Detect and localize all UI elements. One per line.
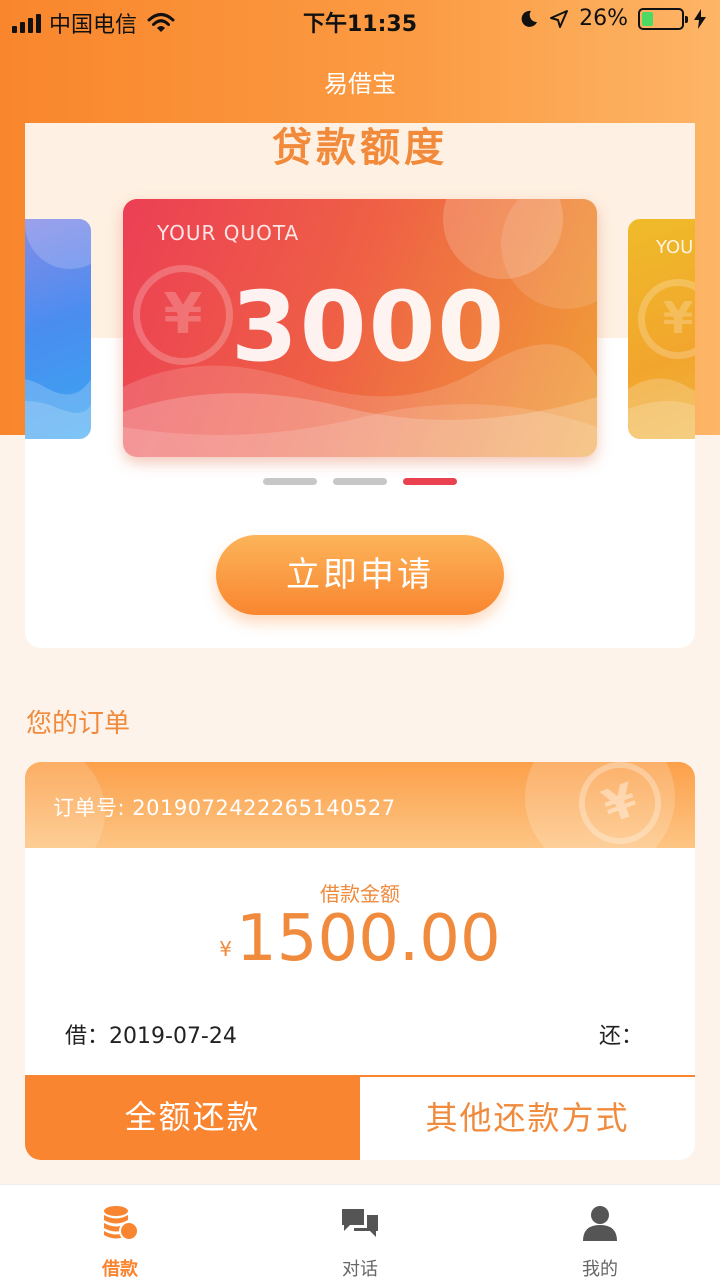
tab-label: 对话 — [342, 1259, 378, 1280]
carousel-pager[interactable] — [25, 478, 695, 485]
quota-card-previous[interactable] — [25, 219, 91, 439]
quota-card-label: YOUR QUOTA — [157, 221, 300, 245]
other-repay-button[interactable]: 其他还款方式 — [360, 1075, 695, 1160]
yen-icon: ¥ — [638, 279, 695, 359]
pager-dot[interactable] — [333, 478, 387, 485]
currency-symbol: ¥ — [219, 937, 233, 961]
quota-card-next[interactable]: YOU ¥ — [628, 219, 695, 439]
battery-icon — [638, 7, 688, 30]
apply-now-button[interactable]: 立即申请 — [216, 535, 504, 615]
charging-icon — [694, 8, 706, 29]
location-icon — [550, 9, 569, 28]
borrow-label: 借： — [65, 1024, 110, 1049]
coins-icon — [104, 1206, 139, 1241]
quota-card-current[interactable]: ¥ YOUR QUOTA 3000 — [123, 199, 597, 457]
pager-dot[interactable] — [263, 478, 317, 485]
quota-panel: 贷款额度 YOU ¥ ¥ YOUR QUOTA 3000 立即申请 — [25, 123, 695, 648]
repay-label: 还： — [598, 1024, 643, 1049]
tab-label: 借款 — [102, 1259, 138, 1280]
order-header: ¥ 订单号: 2019072422265140527 — [25, 762, 695, 848]
page-title: 易借宝 — [324, 70, 396, 98]
chat-icon — [342, 1209, 378, 1237]
tab-label: 我的 — [582, 1259, 618, 1280]
quota-title: 贷款额度 — [272, 125, 448, 171]
orders-section-title: 您的订单 — [26, 709, 131, 739]
full-repay-button[interactable]: 全额还款 — [25, 1075, 360, 1160]
borrow-date-value: 2019-07-24 — [109, 1024, 237, 1049]
tab-loan[interactable]: 借款 — [0, 1185, 240, 1280]
tab-mine[interactable]: 我的 — [480, 1185, 720, 1280]
repay-date: 还： — [599, 1018, 643, 1050]
quota-amount: 3000 — [231, 271, 507, 383]
battery-percent: 26% — [579, 6, 628, 31]
order-card: ¥ 订单号: 2019072422265140527 借款金额 ¥1500.00… — [25, 762, 695, 1160]
user-icon — [583, 1206, 617, 1241]
order-number: 订单号: 2019072422265140527 — [53, 796, 396, 820]
pager-dot-active[interactable] — [403, 478, 457, 485]
borrow-date: 借：2019-07-24 — [65, 1018, 237, 1050]
moon-icon — [521, 10, 538, 27]
tab-chat[interactable]: 对话 — [240, 1185, 480, 1280]
next-card-label: YOU — [656, 237, 694, 258]
status-bar: 中国电信 下午11:35 26% — [0, 0, 720, 40]
loan-amount: ¥1500.00 — [25, 902, 695, 976]
tab-bar: 借款 对话 我的 — [0, 1184, 720, 1280]
loan-amount-value: 1500.00 — [236, 902, 501, 976]
